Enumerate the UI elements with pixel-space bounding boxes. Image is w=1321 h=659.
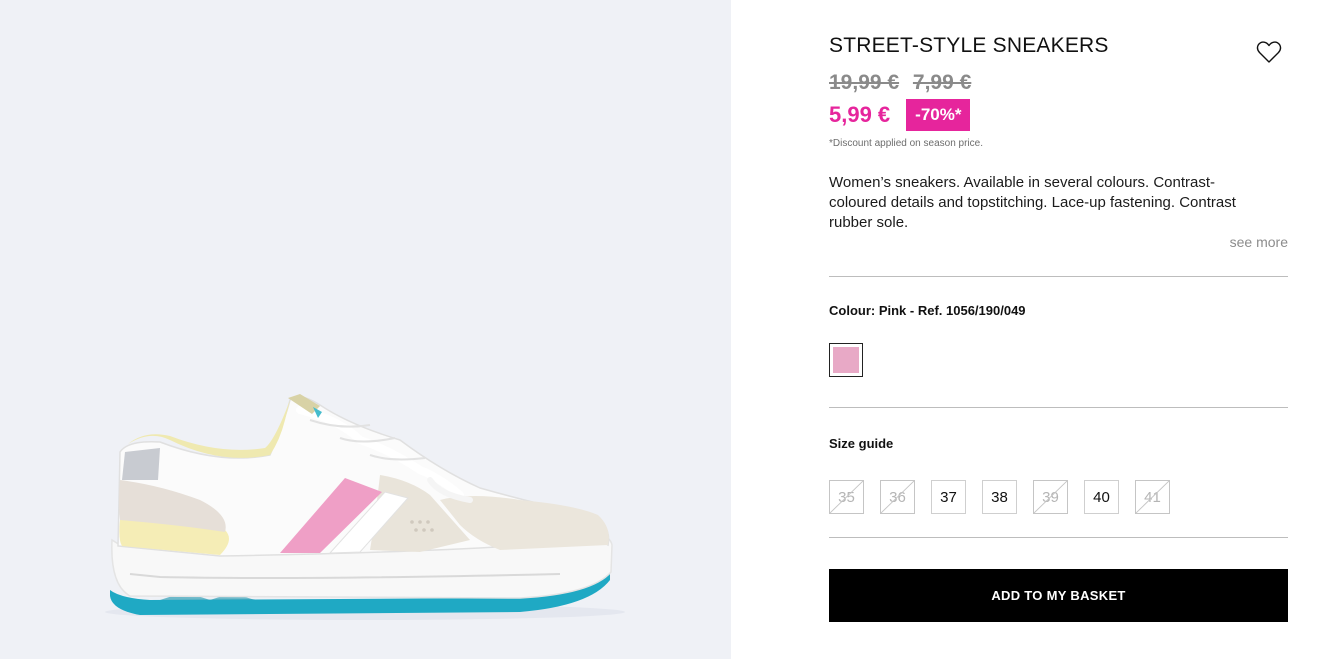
add-to-basket-button[interactable]: ADD TO MY BASKET xyxy=(829,569,1288,622)
size-label: 41 xyxy=(1144,488,1161,506)
colour-label: Colour: Pink - Ref. 1056/190/049 xyxy=(829,303,1026,318)
discount-note: *Discount applied on season price. xyxy=(829,138,983,149)
size-label: 37 xyxy=(940,488,957,506)
divider xyxy=(829,276,1288,277)
size-label: 38 xyxy=(991,488,1008,506)
season-price: 7,99 € xyxy=(912,71,972,94)
original-prices: 19,99 € 7,99 € xyxy=(829,71,979,95)
product-info-panel: STREET-STYLE SNEAKERS 19,99 € 7,99 € 5,9… xyxy=(829,0,1288,659)
product-image[interactable] xyxy=(0,0,731,659)
original-price: 19,99 € xyxy=(829,71,900,94)
current-price-row: 5,99 € -70%* xyxy=(829,99,971,131)
size-option-39[interactable]: 39 xyxy=(1033,480,1068,514)
discount-badge: -70%* xyxy=(906,99,971,131)
heart-outline-icon[interactable] xyxy=(1255,38,1283,66)
size-guide-link[interactable]: Size guide xyxy=(829,436,893,451)
size-option-38[interactable]: 38 xyxy=(982,480,1017,514)
size-label: 35 xyxy=(838,488,855,506)
size-label: 36 xyxy=(889,488,906,506)
size-selector: 35 36 37 38 39 40 41 xyxy=(829,480,1170,514)
product-image-panel xyxy=(0,0,731,659)
size-option-35[interactable]: 35 xyxy=(829,480,864,514)
size-option-40[interactable]: 40 xyxy=(1084,480,1119,514)
see-more-link[interactable]: see more xyxy=(1230,234,1288,250)
divider xyxy=(829,407,1288,408)
current-price: 5,99 € xyxy=(829,102,891,127)
product-description: Women’s sneakers. Available in several c… xyxy=(829,174,1236,231)
colour-swatch-pink[interactable] xyxy=(829,343,863,377)
product-title: STREET-STYLE SNEAKERS xyxy=(829,34,1109,57)
divider xyxy=(829,537,1288,538)
size-label: 39 xyxy=(1042,488,1059,506)
colour-chip xyxy=(833,347,859,373)
size-option-41[interactable]: 41 xyxy=(1135,480,1170,514)
size-label: 40 xyxy=(1093,488,1110,506)
size-option-37[interactable]: 37 xyxy=(931,480,966,514)
size-option-36[interactable]: 36 xyxy=(880,480,915,514)
